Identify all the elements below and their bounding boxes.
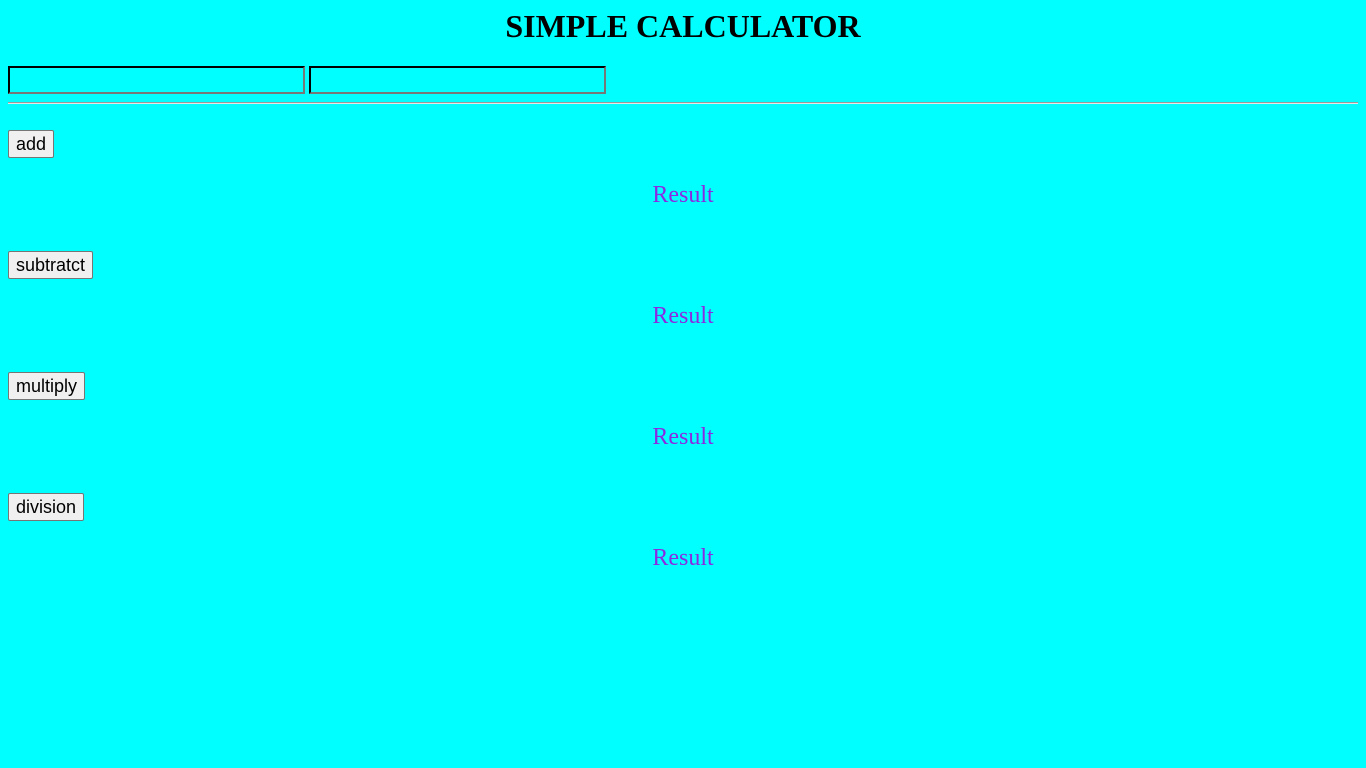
add-result: Result <box>652 182 714 208</box>
division-result: Result <box>652 545 714 571</box>
multiply-button[interactable]: multiply <box>8 372 86 400</box>
add-button[interactable]: add <box>8 130 55 158</box>
divider <box>8 102 1358 104</box>
multiply-result: Result <box>652 424 714 450</box>
page-title: SIMPLE CALCULATOR <box>505 8 861 44</box>
second-number-input[interactable] <box>309 66 606 94</box>
division-button[interactable]: division <box>8 493 85 521</box>
subtract-result: Result <box>652 303 714 329</box>
first-number-input[interactable] <box>8 66 305 94</box>
subtract-button[interactable]: subtratct <box>8 251 94 279</box>
